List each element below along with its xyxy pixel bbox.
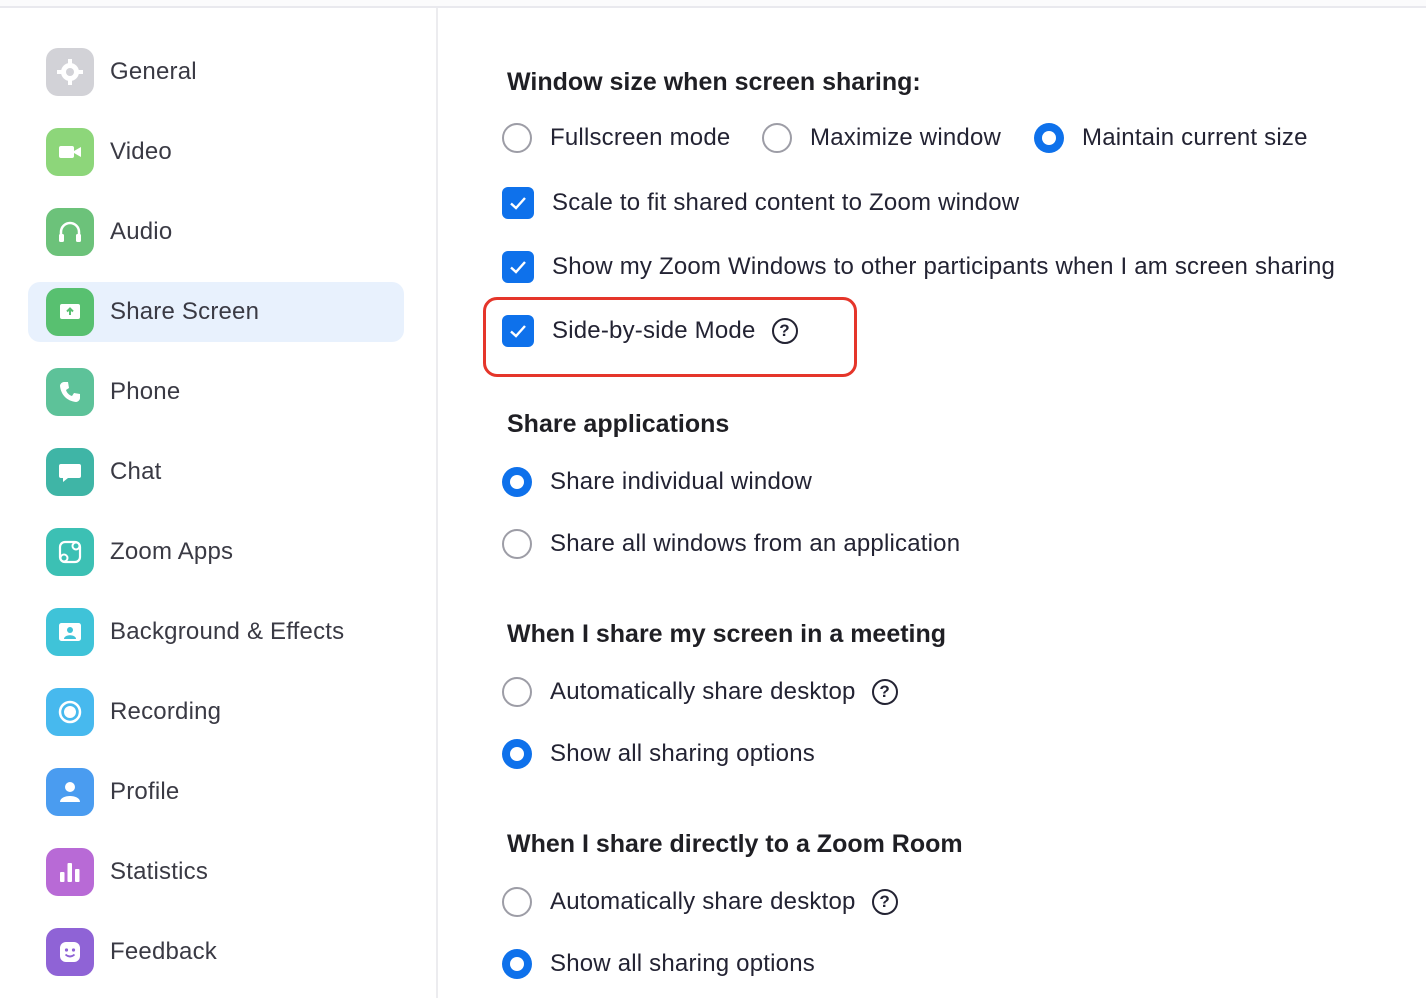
option-label: Maximize window	[810, 124, 1002, 151]
sidebar-item-zoom-apps[interactable]: Zoom Apps	[28, 522, 404, 582]
option-label: Share individual window	[550, 468, 813, 495]
checkmark-icon[interactable]	[502, 187, 534, 219]
radio-maximize-window[interactable]: Maximize window	[762, 118, 1001, 158]
radio-button-selected[interactable]	[502, 949, 532, 979]
zoom-apps-icon	[46, 528, 94, 576]
radio-room-auto-share-desktop[interactable]: Automatically share desktop ?	[502, 882, 898, 922]
sidebar-item-label: General	[110, 58, 197, 85]
sidebar-item-label: Statistics	[110, 858, 209, 885]
sidebar-item-video[interactable]: Video	[28, 122, 404, 182]
background-icon	[46, 608, 94, 656]
phone-icon	[46, 368, 94, 416]
sidebar-item-phone[interactable]: Phone	[28, 362, 404, 422]
sidebar-item-share-screen[interactable]: Share Screen	[28, 282, 404, 342]
sidebar-item-label: Phone	[110, 378, 181, 405]
help-icon[interactable]: ?	[871, 679, 898, 705]
checkbox-show-zoom-windows[interactable]: Show my Zoom Windows to other participan…	[502, 247, 1335, 287]
sidebar-item-label: Audio	[110, 218, 173, 245]
option-label: Show all sharing options	[550, 740, 815, 767]
window-top-border	[0, 0, 1426, 8]
radio-button-selected[interactable]	[502, 467, 532, 497]
sidebar-item-label: Video	[110, 138, 172, 165]
sidebar-item-label: Feedback	[110, 938, 217, 965]
radio-button[interactable]	[502, 887, 532, 917]
share-to-zoom-room-title: When I share directly to a Zoom Room	[507, 830, 963, 858]
share-applications-title: Share applications	[507, 410, 730, 438]
option-label: Automatically share desktop	[550, 678, 856, 705]
sidebar-item-label: Profile	[110, 778, 180, 805]
option-label: Automatically share desktop	[550, 888, 856, 915]
radio-meeting-show-all-options[interactable]: Show all sharing options	[502, 734, 815, 774]
checkbox-scale-to-fit[interactable]: Scale to fit shared content to Zoom wind…	[502, 183, 1019, 223]
recording-icon	[46, 688, 94, 736]
sidebar-item-feedback[interactable]: Feedback	[28, 922, 404, 982]
share-screen-icon	[46, 288, 94, 336]
radio-button[interactable]	[502, 529, 532, 559]
help-icon[interactable]: ?	[871, 889, 898, 915]
sidebar-item-background-effects[interactable]: Background & Effects	[28, 602, 404, 662]
option-label: Share all windows from an application	[550, 530, 961, 557]
settings-sidebar: General Video Audio Share Screen Phone C…	[0, 8, 436, 998]
highlight-annotation-box	[483, 297, 857, 377]
radio-meeting-auto-share-desktop[interactable]: Automatically share desktop ?	[502, 672, 898, 712]
sidebar-item-label: Recording	[110, 698, 222, 725]
statistics-icon	[46, 848, 94, 896]
radio-fullscreen-mode[interactable]: Fullscreen mode	[502, 118, 730, 158]
radio-button[interactable]	[502, 677, 532, 707]
option-label: Maintain current size	[1082, 124, 1308, 151]
option-label: Fullscreen mode	[550, 124, 731, 151]
sidebar-item-label: Background & Effects	[110, 618, 345, 645]
profile-icon	[46, 768, 94, 816]
feedback-icon	[46, 928, 94, 976]
sidebar-item-profile[interactable]: Profile	[28, 762, 404, 822]
option-label: Show all sharing options	[550, 950, 815, 977]
option-label: Show my Zoom Windows to other participan…	[552, 253, 1336, 280]
radio-button[interactable]	[762, 123, 792, 153]
sidebar-item-audio[interactable]: Audio	[28, 202, 404, 262]
checkmark-icon[interactable]	[502, 251, 534, 283]
sidebar-item-label: Share Screen	[110, 298, 260, 325]
option-label: Scale to fit shared content to Zoom wind…	[552, 189, 1020, 216]
video-camera-icon	[46, 128, 94, 176]
radio-button-selected[interactable]	[502, 739, 532, 769]
radio-button[interactable]	[502, 123, 532, 153]
share-screen-settings: Window size when screen sharing: Fullscr…	[438, 8, 1426, 998]
radio-share-individual-window[interactable]: Share individual window	[502, 462, 812, 502]
share-in-meeting-title: When I share my screen in a meeting	[507, 620, 947, 648]
sidebar-item-chat[interactable]: Chat	[28, 442, 404, 502]
window-size-title: Window size when screen sharing:	[507, 68, 921, 96]
sidebar-item-label: Zoom Apps	[110, 538, 234, 565]
chat-bubble-icon	[46, 448, 94, 496]
sidebar-item-general[interactable]: General	[28, 42, 404, 102]
headphones-icon	[46, 208, 94, 256]
gear-icon	[46, 48, 94, 96]
sidebar-item-statistics[interactable]: Statistics	[28, 842, 404, 902]
radio-share-all-windows[interactable]: Share all windows from an application	[502, 524, 960, 564]
sidebar-item-recording[interactable]: Recording	[28, 682, 404, 742]
sidebar-item-label: Chat	[110, 458, 162, 485]
radio-maintain-current-size[interactable]: Maintain current size	[1034, 118, 1308, 158]
radio-room-show-all-options[interactable]: Show all sharing options	[502, 944, 815, 984]
radio-button-selected[interactable]	[1034, 123, 1064, 153]
